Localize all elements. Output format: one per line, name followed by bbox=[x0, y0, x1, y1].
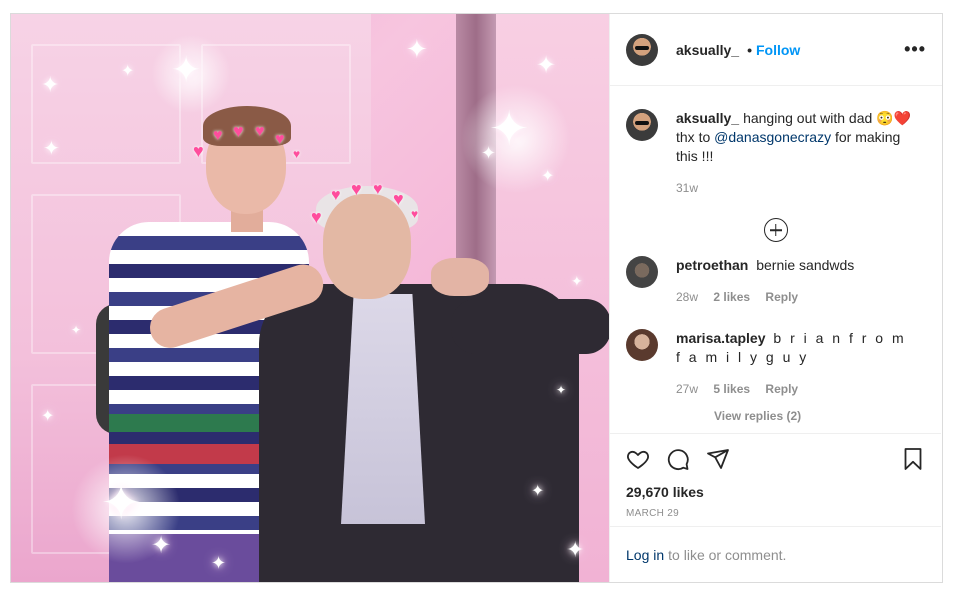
login-text: to like or comment. bbox=[668, 546, 787, 563]
heart-sticker: ♥ bbox=[233, 121, 244, 141]
avatar[interactable] bbox=[626, 256, 658, 288]
load-more-row bbox=[626, 218, 925, 242]
heart-icon[interactable] bbox=[626, 447, 650, 471]
comment-icon[interactable] bbox=[666, 447, 690, 471]
follow-button[interactable]: Follow bbox=[756, 42, 800, 58]
sparkle-icon: ✦ bbox=[41, 408, 55, 425]
sparkle-icon: ✦ bbox=[71, 323, 82, 337]
heart-sticker: ♥ bbox=[293, 147, 301, 161]
heart-sticker: ♥ bbox=[331, 187, 341, 204]
sparkle-icon: ✦ bbox=[121, 63, 135, 80]
avatar[interactable] bbox=[626, 109, 658, 141]
comment-body: marisa.tapley b r i a n f r o m f a m i … bbox=[676, 329, 916, 426]
post-photo[interactable]: ♥ ♥ ♥ ♥ ♥ ♥ ♥ ♥ ♥ ♥ ♥ ♥ ✦ ✦ ✦ ✦ ✦ ✦ ✦ ✦ … bbox=[11, 14, 609, 582]
comments-list[interactable]: aksually_ hanging out with dad 😳❤️ thx to… bbox=[610, 87, 941, 432]
suit-arm bbox=[451, 299, 609, 354]
comment-likes[interactable]: 5 likes bbox=[713, 382, 750, 396]
hand-on-shoulder bbox=[431, 258, 489, 296]
caption-meta: 31w bbox=[676, 179, 916, 198]
list-item: petroethan bernie sandwds 28w 2 likes Re… bbox=[626, 256, 925, 307]
owner-username[interactable]: aksually_ bbox=[676, 42, 739, 58]
heart-sticker: ♥ bbox=[393, 189, 404, 209]
caption-body: aksually_ hanging out with dad 😳❤️ thx to… bbox=[676, 109, 916, 198]
caption-username[interactable]: aksually_ bbox=[676, 110, 739, 126]
sparkle-icon: ✦ bbox=[101, 477, 142, 530]
heart-sticker: ♥ bbox=[213, 127, 223, 144]
sparkle-icon: ✦ bbox=[171, 49, 202, 90]
view-replies-link[interactable]: View replies (2) bbox=[714, 407, 916, 426]
sparkle-icon: ✦ bbox=[151, 532, 172, 559]
comment-username[interactable]: petroethan bbox=[676, 257, 748, 273]
login-link[interactable]: Log in bbox=[626, 547, 664, 563]
likes-count[interactable]: 29,670 likes bbox=[626, 484, 925, 500]
bookmark-icon[interactable] bbox=[901, 447, 925, 471]
list-item: marisa.tapley b r i a n f r o m f a m i … bbox=[626, 329, 925, 426]
heart-sticker: ♥ bbox=[193, 141, 204, 161]
comment-body: petroethan bernie sandwds 28w 2 likes Re… bbox=[676, 256, 854, 307]
sparkle-icon: ✦ bbox=[43, 138, 60, 160]
action-bar bbox=[626, 444, 925, 474]
sparkle-icon: ✦ bbox=[571, 273, 583, 289]
caption-time[interactable]: 31w bbox=[676, 181, 698, 195]
caption: aksually_ hanging out with dad 😳❤️ thx to… bbox=[626, 109, 925, 198]
heart-sticker: ♥ bbox=[311, 207, 322, 227]
heart-sticker: ♥ bbox=[275, 131, 285, 148]
reply-button[interactable]: Reply bbox=[765, 382, 798, 396]
separator-dot: • bbox=[747, 41, 752, 58]
comment-text: bernie sandwds bbox=[756, 257, 855, 273]
plus-circle-icon[interactable] bbox=[763, 218, 788, 242]
avatar[interactable] bbox=[626, 33, 658, 66]
avatar[interactable] bbox=[626, 329, 658, 361]
comment-meta: 27w 5 likes Reply bbox=[676, 380, 916, 399]
comment-time[interactable]: 28w bbox=[676, 290, 698, 304]
sparkle-icon: ✦ bbox=[211, 553, 227, 573]
heart-sticker: ♥ bbox=[373, 181, 383, 198]
sparkle-icon: ✦ bbox=[566, 537, 585, 562]
dress-shirt bbox=[341, 294, 425, 524]
share-icon[interactable] bbox=[706, 447, 730, 471]
sparkle-icon: ✦ bbox=[481, 143, 497, 163]
actions-section: 29,670 likes MARCH 29 bbox=[610, 433, 941, 519]
heart-sticker: ♥ bbox=[411, 207, 419, 221]
comment-likes[interactable]: 2 likes bbox=[713, 290, 750, 304]
instagram-post: ♥ ♥ ♥ ♥ ♥ ♥ ♥ ♥ ♥ ♥ ♥ ♥ ✦ ✦ ✦ ✦ ✦ ✦ ✦ ✦ … bbox=[10, 13, 943, 583]
sparkle-icon: ✦ bbox=[41, 72, 60, 97]
sparkle-icon: ✦ bbox=[406, 34, 428, 64]
post-date[interactable]: MARCH 29 bbox=[626, 508, 925, 519]
heart-sticker: ♥ bbox=[255, 123, 265, 140]
post-header: aksually_ • Follow ••• bbox=[610, 14, 942, 86]
reply-button[interactable]: Reply bbox=[765, 290, 798, 304]
sparkle-icon: ✦ bbox=[536, 52, 557, 79]
heart-sticker: ♥ bbox=[351, 179, 362, 199]
sparkle-icon: ✦ bbox=[556, 383, 567, 397]
sparkle-icon: ✦ bbox=[541, 168, 555, 185]
older-man-face bbox=[323, 194, 411, 299]
comment-time[interactable]: 27w bbox=[676, 382, 698, 396]
caption-mention[interactable]: @danasgonecrazy bbox=[714, 129, 831, 145]
more-icon[interactable]: ••• bbox=[904, 39, 926, 60]
sparkle-icon: ✦ bbox=[531, 483, 545, 500]
comment-meta: 28w 2 likes Reply bbox=[676, 288, 854, 307]
login-prompt: Log in to like or comment. bbox=[610, 526, 941, 582]
post-side-panel: aksually_ • Follow ••• aksually_ hanging … bbox=[609, 14, 942, 582]
comment-username[interactable]: marisa.tapley bbox=[676, 330, 766, 346]
